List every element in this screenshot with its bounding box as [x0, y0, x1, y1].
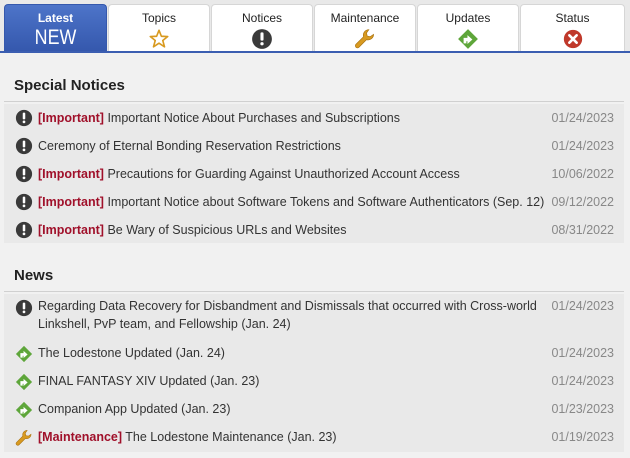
exclamation-icon [251, 28, 273, 50]
notice-title: [Important] Precautions for Guarding Aga… [38, 165, 460, 183]
news-date: 01/24/2023 [551, 346, 614, 360]
notice-title: [Important] Be Wary of Suspicious URLs a… [38, 221, 346, 239]
notice-row[interactable]: [Important] Important Notice about Softw… [4, 188, 624, 216]
news-date: 01/24/2023 [551, 374, 614, 388]
notice-date: 10/06/2022 [551, 167, 614, 181]
wrench-icon [15, 429, 33, 447]
update-icon [15, 373, 33, 391]
important-tag: [Important] [38, 195, 104, 209]
maintenance-tag: [Maintenance] [38, 430, 123, 444]
update-icon [15, 345, 33, 363]
notice-date: 01/24/2023 [551, 111, 614, 125]
tab-latest-label: Latest [37, 11, 74, 25]
tab-notices[interactable]: Notices [211, 4, 313, 51]
news-date: 01/24/2023 [551, 299, 614, 313]
news-date: 01/19/2023 [551, 430, 614, 444]
news-row[interactable]: [Maintenance] The Lodestone Maintenance … [4, 424, 624, 452]
notice-title: [Important] Important Notice About Purch… [38, 109, 400, 127]
news-row[interactable]: The Lodestone Updated (Jan. 24) 01/24/20… [4, 340, 624, 368]
tab-status-label: Status [555, 11, 590, 25]
important-tag: [Important] [38, 223, 104, 237]
tab-updates[interactable]: Updates [417, 4, 519, 51]
divider [4, 101, 624, 102]
notice-icon [15, 165, 33, 183]
news-text-line1: Regarding Data Recovery for Disbandment … [38, 299, 537, 313]
notice-row[interactable]: [Important] Important Notice About Purch… [4, 104, 624, 132]
tab-maintenance-label: Maintenance [330, 11, 400, 25]
new-badge: NEW [34, 26, 77, 49]
tab-bar: Latest NEW Topics Notices Maintenance Up… [0, 0, 630, 53]
x-circle-icon [563, 29, 582, 49]
notice-icon [15, 221, 33, 239]
notice-date: 08/31/2022 [551, 223, 614, 237]
update-arrow-icon [457, 28, 479, 50]
notice-icon [15, 109, 33, 127]
notice-title: [Important] Important Notice about Softw… [38, 193, 544, 211]
notice-date: 01/24/2023 [551, 139, 614, 153]
special-notices-heading: Special Notices [14, 77, 125, 94]
news-row[interactable]: Companion App Updated (Jan. 23) 01/23/20… [4, 396, 624, 424]
news-title: Companion App Updated (Jan. 23) [38, 402, 231, 416]
notice-icon [15, 193, 33, 211]
important-tag: [Important] [38, 167, 104, 181]
notice-title: Ceremony of Eternal Bonding Reservation … [38, 139, 341, 153]
tab-latest[interactable]: Latest NEW [4, 4, 107, 51]
tab-underline [0, 51, 630, 53]
notice-text: Important Notice about Software Tokens a… [107, 195, 545, 209]
star-icon [149, 29, 169, 48]
divider [4, 291, 624, 292]
news-title: [Maintenance] The Lodestone Maintenance … [38, 428, 337, 446]
update-icon [15, 401, 33, 419]
news-text-line2: Linkshell, PvP team, and Fellowship (Jan… [38, 317, 291, 331]
tab-status[interactable]: Status [520, 4, 625, 51]
tab-notices-label: Notices [241, 11, 282, 25]
notice-date: 09/12/2022 [551, 195, 614, 209]
notice-icon [15, 299, 33, 317]
tab-topics[interactable]: Topics [108, 4, 210, 51]
notice-text: Precautions for Guarding Against Unautho… [107, 167, 460, 181]
news-heading: News [14, 267, 54, 284]
notice-icon [15, 137, 33, 155]
wrench-icon [354, 28, 376, 50]
news-title: Regarding Data Recovery for Disbandment … [38, 297, 537, 333]
tab-topics-label: Topics [141, 11, 176, 25]
notice-text: Be Wary of Suspicious URLs and Websites [107, 223, 347, 237]
important-tag: [Important] [38, 111, 104, 125]
news-text: The Lodestone Maintenance (Jan. 23) [125, 430, 337, 444]
notice-text: Important Notice About Purchases and Sub… [107, 111, 400, 125]
notice-row[interactable]: [Important] Precautions for Guarding Aga… [4, 160, 624, 188]
tab-updates-label: Updates [445, 11, 491, 25]
news-row[interactable]: FINAL FANTASY XIV Updated (Jan. 23) 01/2… [4, 368, 624, 396]
news-row[interactable]: Regarding Data Recovery for Disbandment … [4, 294, 624, 340]
notice-row[interactable]: Ceremony of Eternal Bonding Reservation … [4, 132, 624, 160]
tab-maintenance[interactable]: Maintenance [314, 4, 416, 51]
news-title: The Lodestone Updated (Jan. 24) [38, 346, 225, 360]
news-date: 01/23/2023 [551, 402, 614, 416]
news-title: FINAL FANTASY XIV Updated (Jan. 23) [38, 374, 260, 388]
notice-row[interactable]: [Important] Be Wary of Suspicious URLs a… [4, 216, 624, 243]
